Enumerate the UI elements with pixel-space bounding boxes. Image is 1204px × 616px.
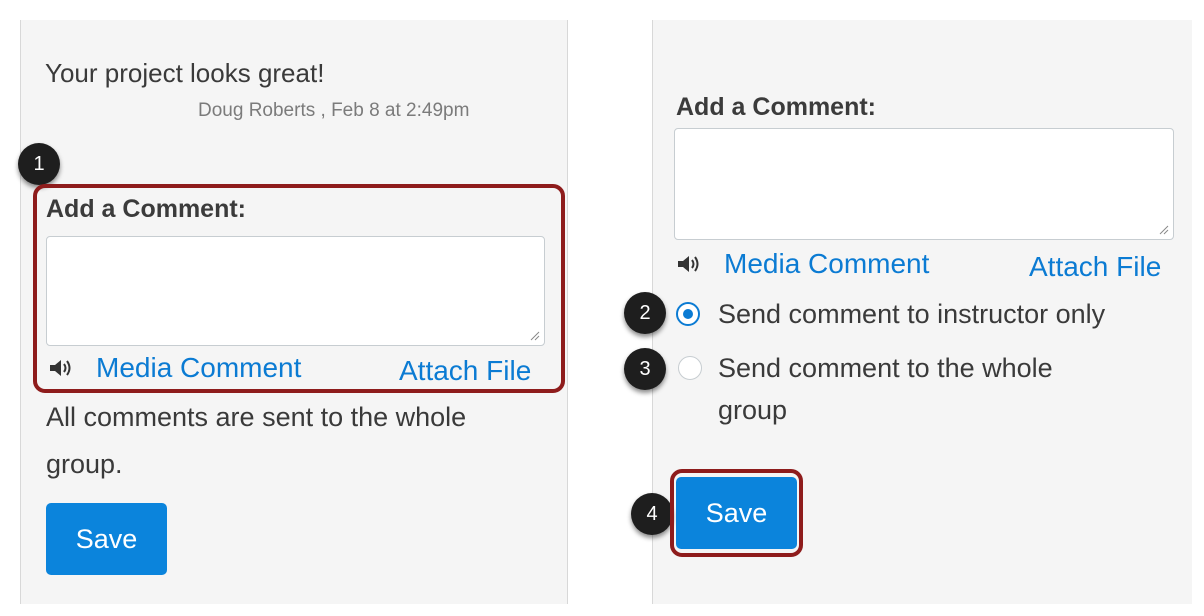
step-badge-2: 2 — [624, 292, 666, 334]
step-badge-1: 1 — [18, 143, 60, 185]
radio-instructor-only[interactable] — [676, 302, 700, 326]
add-comment-heading: Add a Comment: — [46, 195, 246, 223]
add-comment-heading-right: Add a Comment: — [676, 93, 876, 121]
option-instructor-only-label[interactable]: Send comment to instructor only — [718, 299, 1105, 330]
attach-file-link-right[interactable]: Attach File — [1029, 251, 1161, 283]
radio-whole-group[interactable] — [678, 356, 702, 380]
resize-handle-icon[interactable] — [1159, 225, 1169, 235]
attach-file-link[interactable]: Attach File — [399, 355, 531, 387]
comment-text: Your project looks great! — [45, 58, 325, 88]
info-text-line1: All comments are sent to the whole — [46, 402, 467, 432]
comment-textarea-right[interactable] — [674, 128, 1174, 240]
save-button-left[interactable]: Save — [46, 503, 167, 575]
comment-textarea[interactable] — [46, 236, 545, 346]
comment-meta: Doug Roberts , Feb 8 at 2:49pm — [198, 100, 470, 121]
step-badge-4: 4 — [631, 493, 673, 535]
option-whole-group-label-line1[interactable]: Send comment to the whole — [718, 353, 1053, 384]
info-text-line2: group. — [46, 449, 123, 479]
media-comment-link[interactable]: Media Comment — [96, 352, 301, 384]
resize-handle-icon[interactable] — [530, 331, 540, 341]
save-button-right[interactable]: Save — [676, 477, 797, 549]
speaker-icon — [48, 357, 74, 385]
option-whole-group-label-line2[interactable]: group — [718, 395, 787, 426]
step-badge-3: 3 — [624, 348, 666, 390]
media-comment-link-right[interactable]: Media Comment — [724, 248, 929, 280]
speaker-icon-right — [676, 253, 702, 281]
